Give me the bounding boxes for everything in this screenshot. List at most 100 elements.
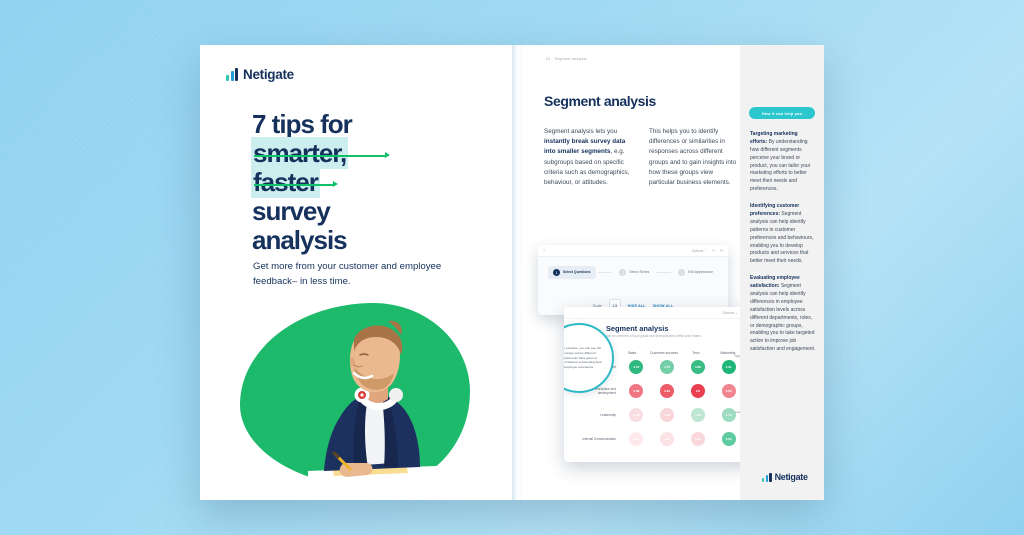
wizard-steps: 1 Select Questions 2 Select Series 3 Edi… [538,257,728,279]
menu-icon[interactable]: ≡ [543,248,546,253]
page-gutter [512,45,522,500]
sidebar-logo-wordmark: Netigate [774,472,808,482]
sidebar-netigate-logo: Netigate [762,472,808,482]
cover-page: Netigate 7 tips for smarter, faster surv… [200,45,512,500]
heatmap-bubble-1-3: 3.86 [721,384,736,399]
cover-title-line-1: 7 tips for [252,109,353,139]
heatmap-col-1: Customer success [650,351,678,355]
heatmap-bubble-3-3: 4.83 [721,432,736,447]
heatmap-cell[interactable]: 4.83 [713,432,740,447]
wizard-step-edit-appearance[interactable]: 3 Edit Appearance [673,266,718,279]
heatmap-col-2: Tech [692,351,700,355]
page-title: Segment analysis [544,93,656,109]
delete-icon[interactable]: ☷ [720,249,723,253]
heatmap-bubble-3-1: 4.04 [660,432,675,447]
heatmap-cell[interactable]: 3.88 [621,384,652,399]
heatmap-bubble-0-0: 4.67 [629,360,644,375]
cover-title-line-3-wrap: faster [252,167,487,198]
step-3-label: Edit Appearance [688,270,714,275]
heatmap-cell[interactable]: 4.18 [683,432,714,447]
sidebar-paragraph-3: Evaluating employee satisfaction: Segmen… [750,275,816,354]
step-connector-1 [597,272,613,273]
wizard-step-select-series[interactable]: 2 Select Series [614,266,654,279]
heatmap-bubble-2-1: 4.08 [660,408,675,423]
brochure-spread: Netigate 7 tips for smarter, faster surv… [200,45,824,500]
heatmap-cell[interactable]: 4.04 [652,432,683,447]
breadcrumb: 01 · Segment analysis [546,57,587,61]
sidebar: How it can help you Targeting marketing … [740,45,824,500]
callout-text: In this example, you can see the average… [564,346,602,369]
heatmap-cell[interactable]: 3.8 [683,384,714,399]
sidebar-content: Targeting marketing efforts: By understa… [750,131,816,363]
logo-bars-icon [226,68,238,81]
heatmap-bubble-0-3: 4.91 [721,360,736,375]
netigate-logo: Netigate [226,67,294,82]
heatmap-cell[interactable]: 4.56 [683,408,714,423]
heatmap-row-label-3: Internal Communication [582,437,616,442]
cover-title-line-3: faster [252,167,319,198]
heatmap-cell[interactable]: 4.18 [621,432,652,447]
heatmap-cell[interactable]: 3.83 [652,384,683,399]
content-page: 01 · Segment analysis Segment analysis S… [522,45,824,500]
heatmap-bubble-3-0: 4.18 [629,432,644,447]
body-columns: Segment analysis lets you instantly brea… [544,127,740,188]
heatmap-cell[interactable]: 4.67 [621,360,652,375]
body-column-1: Segment analysis lets you instantly brea… [544,127,635,188]
heatmap-row: Workplace and development 3.88 3.83 3.8 … [580,379,740,403]
heatmap-row-label-2: Leadership [600,413,616,418]
step-3-number: 3 [678,269,686,276]
dashboard-card-step-wizard[interactable]: ≡ Options ⌃ ✎ ☷ 1 Select Questions 2 Sel… [538,245,728,315]
heatmap-cell[interactable]: 4.18 [621,408,652,423]
step-1-number: 1 [553,269,560,276]
heatmap-bubble-0-1: 4.75 [660,360,675,375]
sidebar-paragraph-1: Targeting marketing efforts: By understa… [750,131,816,194]
underline-arrow-faster [254,181,338,187]
cover-subtitle: Get more from your customer and employee… [253,261,442,287]
heatmap-bubble-0-2: 4.88 [690,360,705,375]
options-dropdown-2[interactable]: Options ⌄ [722,311,737,315]
heatmap-bubble-2-2: 4.56 [690,408,705,423]
heatmap-cell[interactable]: 4.08 [652,408,683,423]
cover-photo-person [308,320,460,490]
cover-title-line-2: smarter, [252,138,347,169]
heatmap-bubble-1-2: 3.8 [690,384,705,399]
heatmap-bubble-2-3: 4.74 [721,408,736,423]
heatmap-row: Leadership 4.18 4.08 4.56 4.74 [580,403,740,427]
cover-title-line-2-wrap: smarter, [252,138,487,169]
heatmap-cell[interactable]: 4.88 [683,360,714,375]
sidebar-body-3: Segment analysis can help identify diffe… [750,283,816,353]
heatmap-row: Internal Communication 4.18 4.04 4.18 4.… [580,427,740,451]
heatmap-bubble-3-2: 4.18 [690,432,705,447]
underline-arrow-smarter [254,152,390,158]
dashboard-card-2-toolbar: Options ⌄ ☷ [564,307,740,319]
cover-title: 7 tips for smarter, faster survey analys… [252,109,487,256]
step-1-label: Select Questions [563,270,591,275]
heatmap-title: Segment analysis [606,324,669,333]
col1-run-1: Segment analysis lets you [544,128,618,135]
cover-title-line-4: survey [252,196,331,227]
wizard-step-select-questions[interactable]: 1 Select Questions [548,266,596,279]
heatmap-col-0: Sales [627,351,637,355]
sidebar-body-2: Segment analysis can help identify patte… [750,211,814,265]
body-column-2: This helps you to identify differences o… [649,127,740,188]
step-2-label: Select Series [629,270,650,275]
options-dropdown[interactable]: Options ⌃ [692,249,707,253]
heatmap-bubble-1-1: 3.83 [660,384,675,399]
logo-wordmark: Netigate [243,67,294,82]
heatmap-subtitle: Get an overview of your goals and drivin… [606,334,702,338]
content-page-main: 01 · Segment analysis Segment analysis S… [522,45,740,500]
edit-icon[interactable]: ✎ [712,249,715,253]
col2-run-1: This helps you to identify differences o… [649,128,737,186]
sidebar-paragraph-2: Identifying customer preferences: Segmen… [750,203,816,266]
dashboard-card-1-tools: Options ⌃ ✎ ☷ [692,249,723,253]
dashboard-card-1-toolbar: ≡ Options ⌃ ✎ ☷ [538,245,728,257]
heatmap-bubble-2-0: 4.18 [629,408,644,423]
step-2-number: 2 [619,269,627,276]
dashboard-card-heatmap[interactable]: Options ⌄ ☷ Segment analysis Get an over… [564,307,740,462]
heatmap-cell[interactable]: 4.75 [652,360,683,375]
how-it-helps-badge: How it can help you [749,107,815,119]
heatmap-bubble-1-0: 3.88 [629,384,644,399]
step-connector-2 [656,272,672,273]
sidebar-body-1: By understanding how different segments … [750,138,811,193]
cover-title-line-5: analysis [252,225,348,256]
